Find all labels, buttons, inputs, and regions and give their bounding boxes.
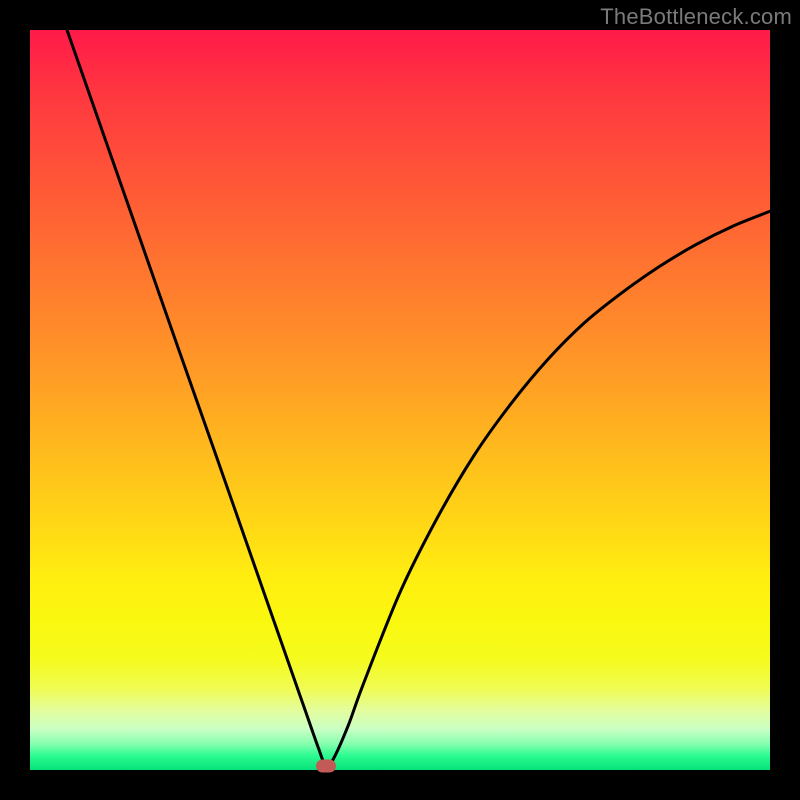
plot-area — [30, 30, 770, 770]
chart-canvas: TheBottleneck.com — [0, 0, 800, 800]
watermark-text: TheBottleneck.com — [600, 4, 792, 30]
bottleneck-curve — [67, 30, 770, 767]
optimum-marker — [316, 760, 336, 773]
curve-svg — [30, 30, 770, 770]
